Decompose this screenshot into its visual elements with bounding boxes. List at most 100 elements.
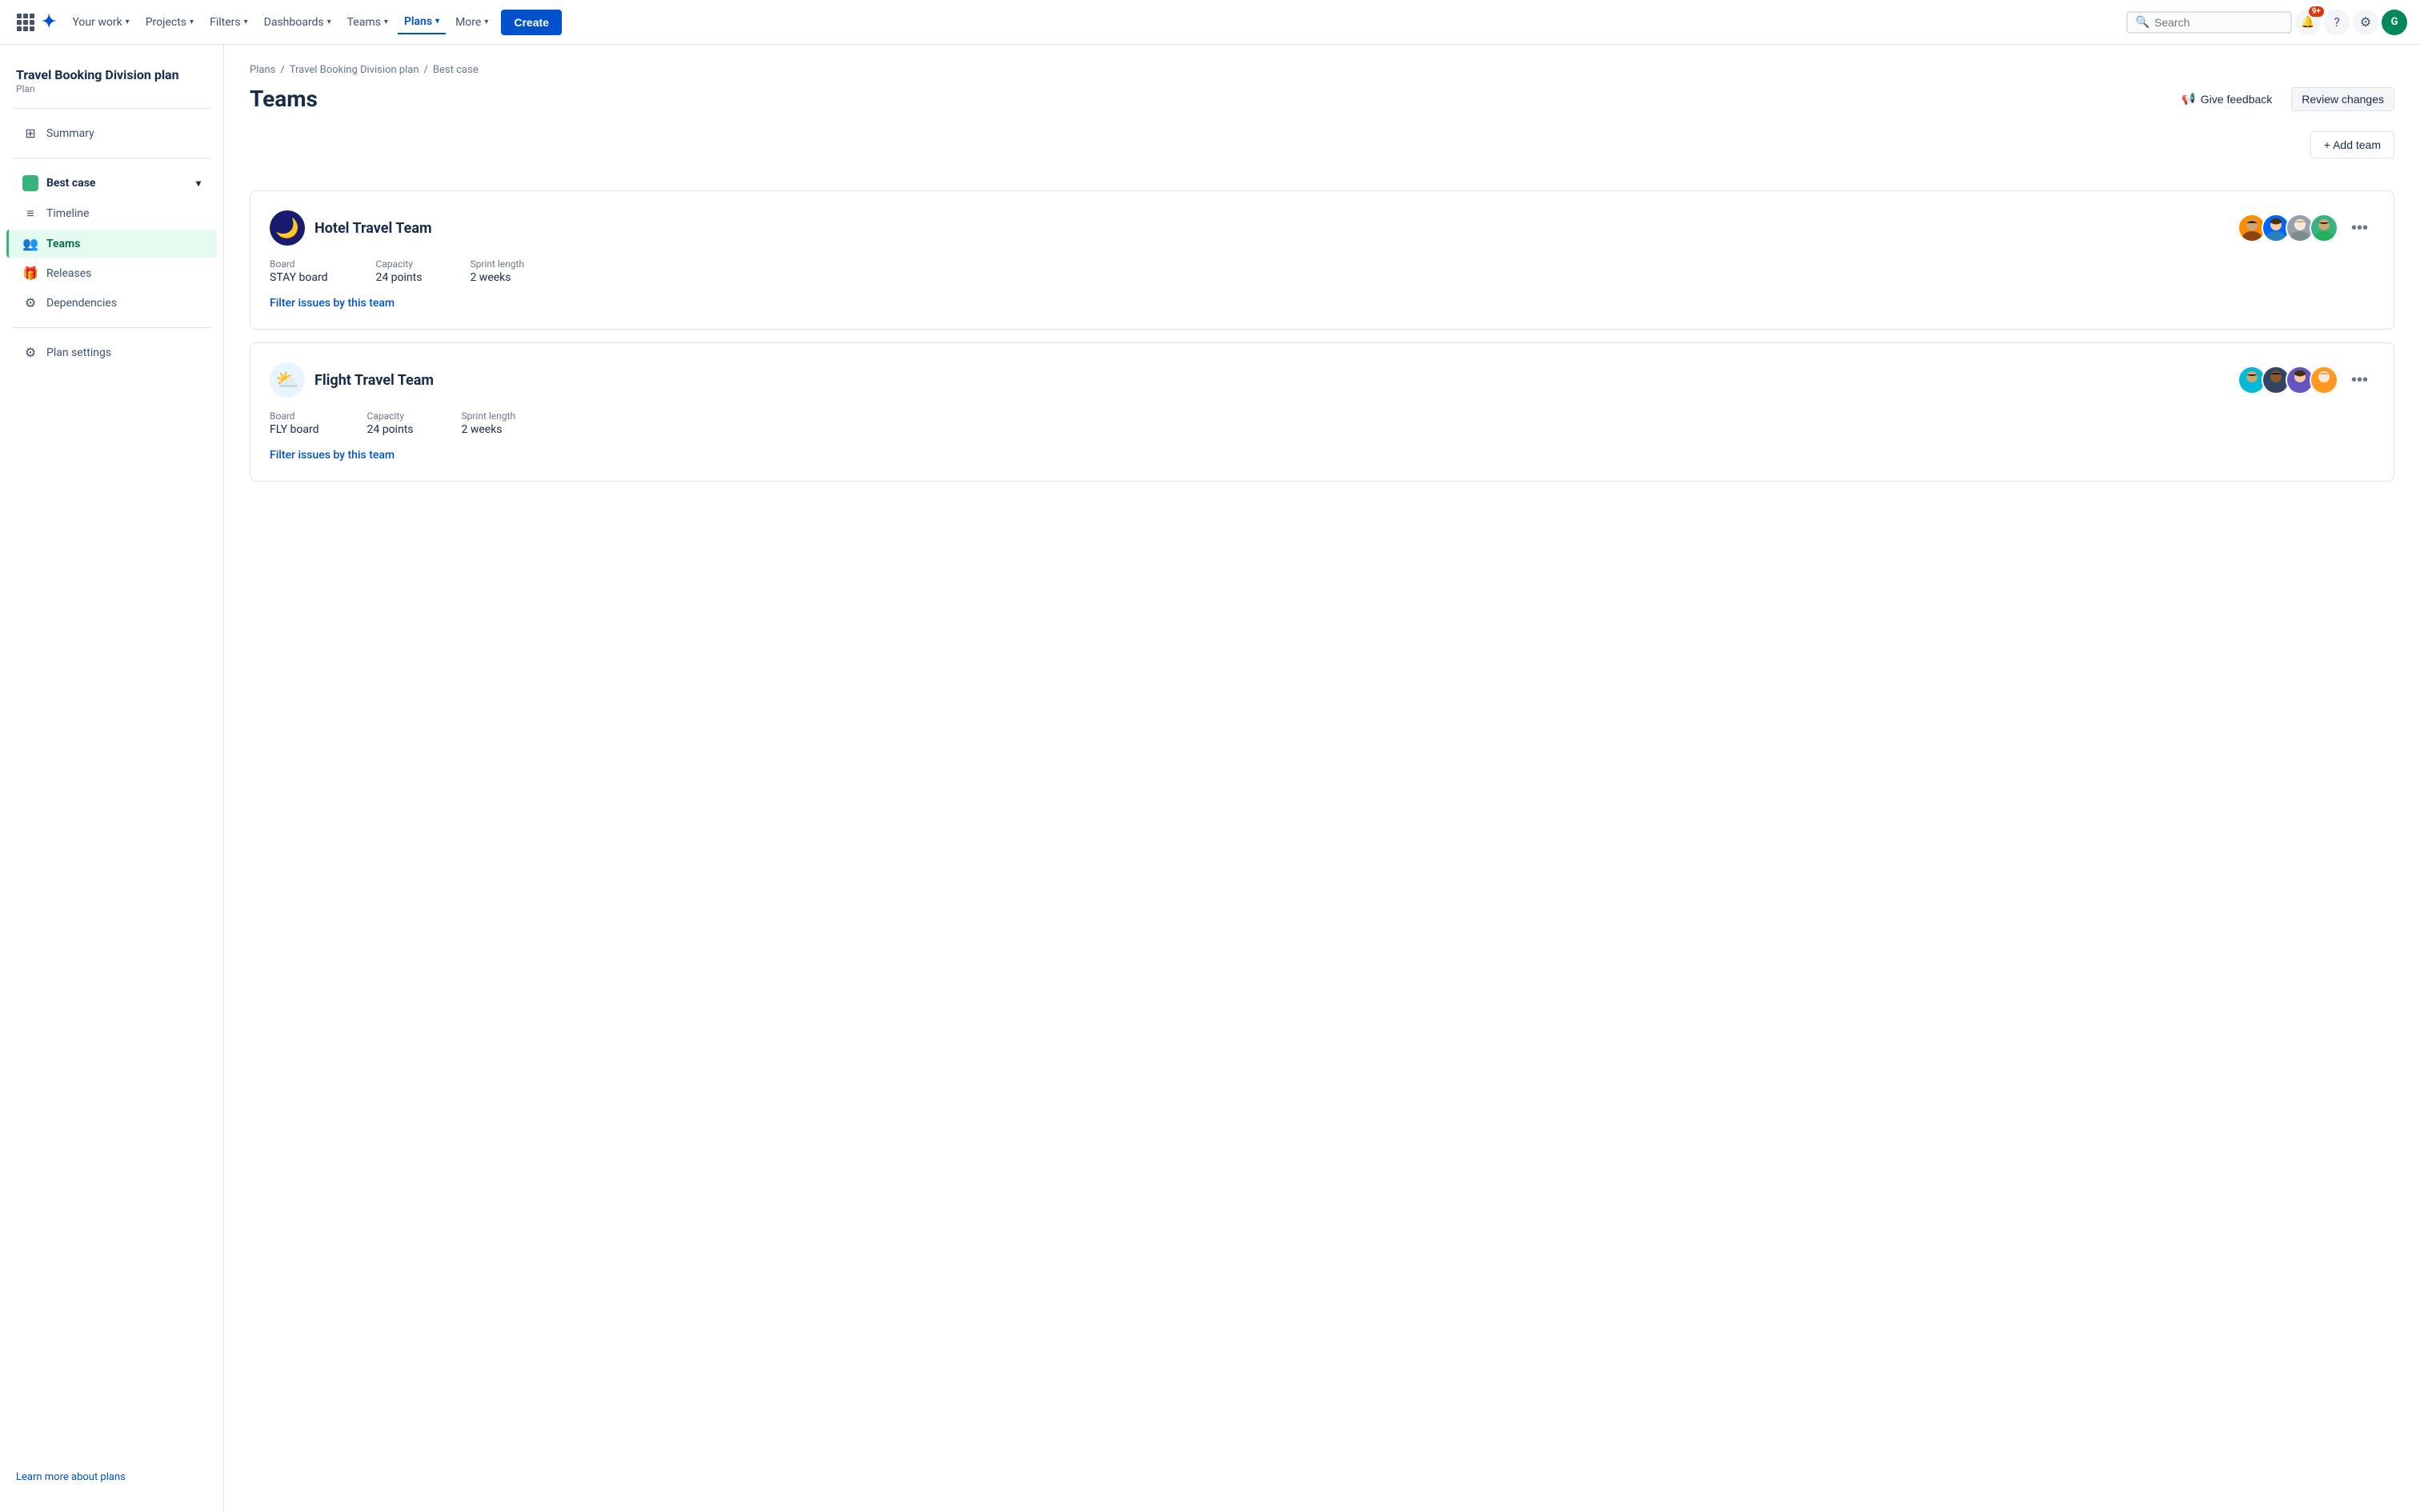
sidebar-item-label: Summary: [46, 127, 94, 140]
megaphone-icon: 📢: [2182, 92, 2195, 106]
team-name-flight: Flight Travel Team: [315, 372, 434, 389]
sidebar-item-summary[interactable]: ⊞ Summary: [6, 119, 217, 147]
team-card-hotel: 🌙 Hotel Travel Team: [250, 190, 2394, 330]
sidebar-item-label: Releases: [46, 267, 91, 280]
team-name-hotel: Hotel Travel Team: [315, 220, 432, 237]
plan-name: Travel Booking Division plan: [16, 67, 207, 82]
team-avatars-hotel: [2238, 214, 2338, 242]
summary-icon: ⊞: [22, 126, 38, 141]
team-sprint-flight: Sprint length 2 weeks: [462, 410, 516, 436]
chevron-down-icon: ▾: [126, 18, 130, 26]
page-header: Teams 📢 Give feedback Review changes: [250, 86, 2394, 112]
breadcrumb: Plans / Travel Booking Division plan / B…: [250, 64, 2394, 76]
sidebar-item-label: Plan settings: [46, 346, 111, 359]
sidebar-divider-1: [13, 108, 210, 109]
sidebar-bottom: Learn more about plans: [0, 1458, 223, 1496]
search-box[interactable]: 🔍: [2126, 11, 2292, 34]
chevron-down-icon: ▾: [327, 18, 331, 26]
breadcrumb-plans[interactable]: Plans: [250, 64, 275, 76]
sidebar-item-label: Dependencies: [46, 297, 117, 310]
main-layout: Travel Booking Division plan Plan ⊞ Summ…: [0, 45, 2420, 1512]
top-navigation: ✦ Your work ▾ Projects ▾ Filters ▾ Dashb…: [0, 0, 2420, 45]
releases-icon: 🎁: [22, 266, 38, 281]
nav-plans[interactable]: Plans ▾: [398, 10, 446, 34]
best-case-label: Best case: [46, 177, 95, 190]
page-title: Teams: [250, 86, 318, 112]
gear-icon: ⚙: [2360, 14, 2371, 30]
best-case-dot: [22, 175, 38, 191]
review-changes-button[interactable]: Review changes: [2291, 87, 2394, 111]
nav-projects[interactable]: Projects ▾: [139, 11, 200, 34]
sidebar-best-case-section[interactable]: Best case ▾: [6, 169, 217, 198]
team-options-button-hotel[interactable]: •••: [2345, 216, 2374, 241]
sidebar-item-dependencies[interactable]: ⚙ Dependencies: [6, 289, 217, 317]
team-meta-hotel: Board STAY board Capacity 24 points Spri…: [270, 258, 2374, 284]
chevron-down-icon: ▾: [190, 18, 194, 26]
user-avatar[interactable]: G: [2382, 10, 2407, 35]
sidebar-item-label: Teams: [46, 238, 80, 250]
dependencies-icon: ⚙: [22, 295, 38, 310]
breadcrumb-plan[interactable]: Travel Booking Division plan: [290, 64, 419, 76]
help-button[interactable]: ?: [2324, 10, 2350, 35]
create-button[interactable]: Create: [501, 10, 562, 35]
sidebar-item-releases[interactable]: 🎁 Releases: [6, 259, 217, 287]
team-emoji-flight: ⛅: [270, 362, 305, 398]
main-content: Plans / Travel Booking Division plan / B…: [224, 45, 2420, 1512]
give-feedback-button[interactable]: 📢 Give feedback: [2172, 87, 2282, 110]
team-avatars-flight: [2238, 366, 2338, 394]
search-icon: 🔍: [2136, 16, 2150, 29]
app-logo[interactable]: ✦: [42, 12, 56, 32]
team-card-flight: ⛅ Flight Travel Team: [250, 342, 2394, 482]
avatar: [2310, 214, 2338, 242]
team-card-right: •••: [2238, 366, 2374, 394]
sidebar-item-plan-settings[interactable]: ⚙ Plan settings: [6, 338, 217, 366]
timeline-icon: ≡: [22, 206, 38, 222]
search-input[interactable]: [2154, 16, 2282, 29]
team-capacity-flight: Capacity 24 points: [367, 410, 414, 436]
sidebar-title: Travel Booking Division plan Plan: [0, 61, 223, 98]
add-team-button[interactable]: + Add team: [2310, 131, 2394, 158]
notification-button[interactable]: 🔔 9+: [2295, 10, 2321, 35]
plan-type: Plan: [16, 83, 35, 94]
filter-issues-flight[interactable]: Filter issues by this team: [270, 449, 395, 462]
teams-icon: 👥: [22, 236, 38, 251]
team-emoji-hotel: 🌙: [270, 210, 305, 246]
sidebar-item-teams[interactable]: 👥 Teams: [6, 230, 217, 258]
sidebar: Travel Booking Division plan Plan ⊞ Summ…: [0, 45, 224, 1512]
team-board-flight: Board FLY board: [270, 410, 319, 436]
grid-icon: [17, 14, 34, 31]
chevron-down-icon: ▾: [435, 17, 439, 26]
settings-button[interactable]: ⚙: [2353, 10, 2378, 35]
nav-your-work[interactable]: Your work ▾: [66, 11, 135, 34]
chevron-down-icon: ▾: [196, 178, 201, 189]
page-actions: 📢 Give feedback Review changes: [2172, 87, 2394, 111]
bell-icon: 🔔: [2301, 16, 2314, 29]
nav-filters[interactable]: Filters ▾: [203, 11, 254, 34]
breadcrumb-separator: /: [424, 64, 428, 76]
team-title-area: 🌙 Hotel Travel Team: [270, 210, 432, 246]
nav-more[interactable]: More ▾: [449, 11, 495, 34]
filter-issues-hotel[interactable]: Filter issues by this team: [270, 297, 395, 310]
sidebar-item-timeline[interactable]: ≡ Timeline: [6, 199, 217, 228]
breadcrumb-best-case[interactable]: Best case: [433, 64, 479, 76]
app-grid-button[interactable]: [13, 10, 38, 35]
chevron-down-icon: ▾: [484, 18, 488, 26]
sidebar-item-label: Timeline: [46, 207, 89, 220]
help-icon: ?: [2334, 14, 2340, 30]
chevron-down-icon: ▾: [384, 18, 388, 26]
team-card-right: •••: [2238, 214, 2374, 242]
team-card-header: ⛅ Flight Travel Team: [270, 362, 2374, 398]
notification-badge: 9+: [2309, 6, 2324, 17]
team-meta-flight: Board FLY board Capacity 24 points Sprin…: [270, 410, 2374, 436]
learn-more-link[interactable]: Learn more about plans: [16, 1471, 126, 1483]
nav-dashboards[interactable]: Dashboards ▾: [258, 11, 338, 34]
sidebar-divider-3: [13, 327, 210, 328]
team-card-header: 🌙 Hotel Travel Team: [270, 210, 2374, 246]
breadcrumb-separator: /: [280, 64, 284, 76]
team-options-button-flight[interactable]: •••: [2345, 368, 2374, 393]
team-title-area: ⛅ Flight Travel Team: [270, 362, 434, 398]
team-board-hotel: Board STAY board: [270, 258, 327, 284]
chevron-down-icon: ▾: [244, 18, 248, 26]
nav-teams[interactable]: Teams ▾: [341, 11, 395, 34]
team-capacity-hotel: Capacity 24 points: [375, 258, 422, 284]
